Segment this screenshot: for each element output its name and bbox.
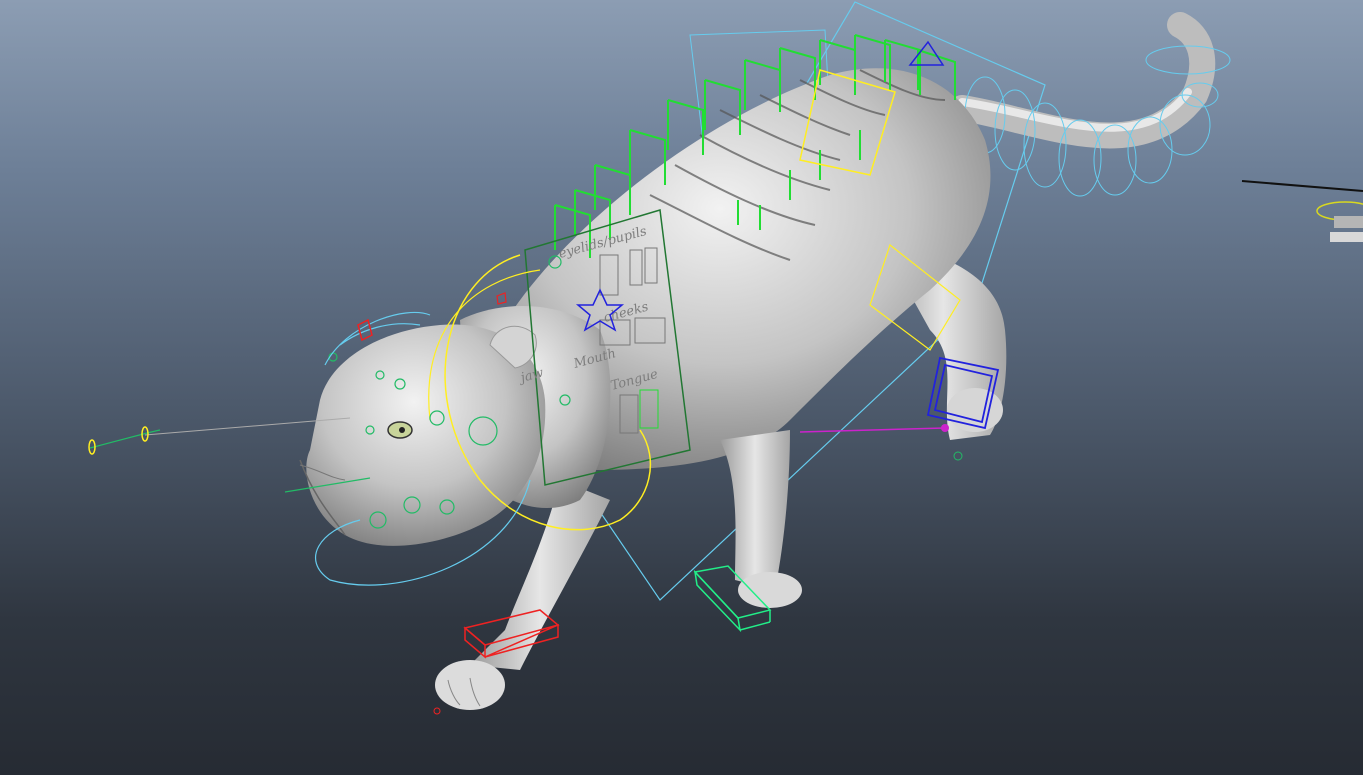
pole-vector-control[interactable] bbox=[941, 424, 949, 432]
maya-3d-viewport[interactable]: eyelids/pupils cheeks jaw Mouth Tongue bbox=[0, 0, 1363, 775]
pole-vector-line bbox=[799, 427, 946, 433]
scene-canvas[interactable]: eyelids/pupils cheeks jaw Mouth Tongue bbox=[0, 0, 1363, 775]
front-leg-left-mesh bbox=[720, 430, 790, 590]
head-red-control[interactable] bbox=[357, 318, 373, 342]
offscreen-character-fragment[interactable] bbox=[1241, 180, 1363, 242]
tail-mesh bbox=[949, 12, 1216, 149]
